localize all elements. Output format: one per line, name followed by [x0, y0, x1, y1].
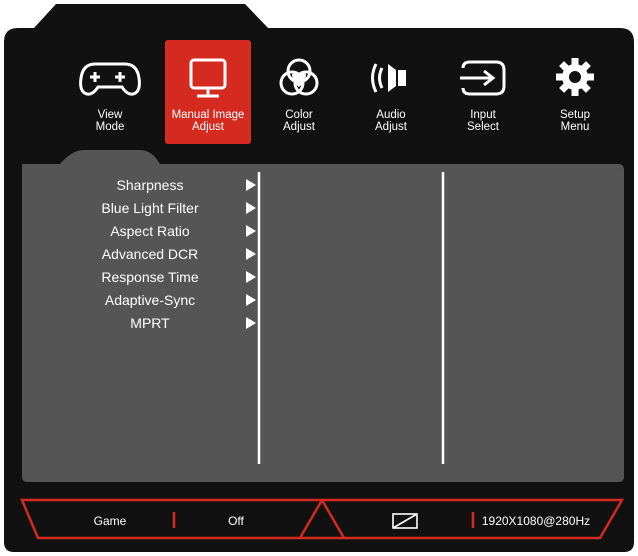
tab-view-mode[interactable]: View Mode [67, 40, 153, 144]
gear-icon [556, 58, 594, 96]
arrow-right-icon [246, 317, 256, 329]
tab-audio-adjust[interactable]: Audio Adjust [348, 40, 434, 144]
arrow-right-icon [246, 179, 256, 191]
menu-item-mprt[interactable]: MPRT [60, 312, 260, 334]
menu-item-label: Blue Light Filter [101, 200, 199, 216]
tab-view-mode-label: View Mode [95, 109, 125, 133]
arrow-right-icon [246, 271, 256, 283]
menu-item-blue-light-filter[interactable]: Blue Light Filter [60, 197, 260, 219]
input-arrow-icon [460, 60, 506, 96]
menu-item-advanced-dcr[interactable]: Advanced DCR [60, 243, 260, 265]
menu-item-label: Adaptive-Sync [104, 292, 196, 308]
tab-manual-image-adjust-label: Manual Image Adjust [171, 109, 245, 133]
menu-item-label: Response Time [101, 269, 199, 285]
tab-audio-adjust-label: Audio Adjust [375, 109, 407, 133]
menu-item-aspect-ratio[interactable]: Aspect Ratio [60, 220, 260, 242]
arrow-right-icon [246, 248, 256, 260]
monitor-icon [189, 58, 227, 98]
status-mode: Game [93, 514, 127, 528]
menu-item-adaptive-sync[interactable]: Adaptive-Sync [60, 289, 260, 311]
menu-item-response-time[interactable]: Response Time [60, 266, 260, 288]
arrow-right-icon [246, 225, 256, 237]
arrow-right-icon [246, 294, 256, 306]
gamepad-icon [79, 62, 141, 96]
menu-item-label: Aspect Ratio [110, 223, 190, 239]
menu-item-label: Advanced DCR [101, 246, 199, 262]
color-circles-icon [279, 58, 319, 96]
tab-manual-image-adjust[interactable]: Manual Image Adjust [165, 40, 251, 144]
speaker-icon [371, 63, 406, 93]
menu-item-label: MPRT [130, 315, 170, 331]
tab-input-select-label: Input Select [467, 109, 499, 133]
arrow-right-icon [246, 202, 256, 214]
tab-color-adjust[interactable]: Color Adjust [256, 40, 342, 144]
tab-input-select[interactable]: Input Select [440, 40, 526, 144]
aspect-box-icon [392, 513, 418, 529]
status-setting: Off [228, 514, 244, 528]
menu-item-sharpness[interactable]: Sharpness [60, 174, 260, 196]
menu-item-label: Sharpness [116, 177, 184, 193]
tab-setup-menu-label: Setup Menu [559, 109, 591, 133]
tab-color-adjust-label: Color Adjust [283, 109, 315, 133]
tab-setup-menu[interactable]: Setup Menu [532, 40, 618, 144]
status-resolution: 1920X1080@280Hz [481, 514, 591, 528]
